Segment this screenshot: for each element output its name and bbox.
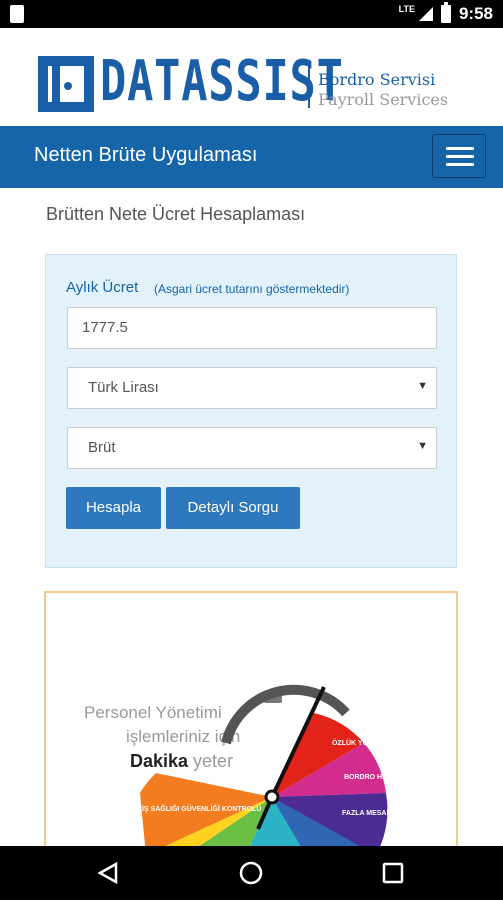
calculate-button[interactable]: Hesapla bbox=[66, 487, 161, 529]
logo-tagline-tr: Bordro Servisi bbox=[318, 70, 436, 89]
currency-select-value: Türk Lirası bbox=[88, 379, 159, 396]
logo-tagline-en: Payroll Services bbox=[318, 90, 449, 109]
signal-icon bbox=[418, 7, 433, 21]
logo-header: DATASSIST Bordro Servisi Payroll Service… bbox=[0, 28, 503, 126]
salary-input[interactable]: 1777.5 bbox=[67, 307, 437, 349]
clock: 9:58 bbox=[458, 4, 493, 23]
stopwatch-center bbox=[264, 789, 280, 805]
detailed-query-button[interactable]: Detaylı Sorgu bbox=[166, 487, 300, 529]
hamburger-icon bbox=[446, 147, 474, 150]
hamburger-icon-line bbox=[446, 163, 474, 166]
menu-toggle-button[interactable] bbox=[432, 134, 486, 178]
currency-select[interactable]: Türk Lirası ▼ bbox=[67, 367, 437, 409]
navbar-title[interactable]: Netten Brüte Uygulaması bbox=[34, 144, 257, 167]
salary-hint: (Asgari ücret tutarını göstermektedir) bbox=[154, 282, 350, 296]
logo-divider bbox=[308, 66, 310, 108]
back-icon[interactable] bbox=[97, 861, 118, 885]
recents-icon[interactable] bbox=[382, 862, 404, 884]
home-icon[interactable] bbox=[239, 861, 263, 885]
chevron-down-icon: ▼ bbox=[417, 440, 428, 452]
hamburger-icon-line bbox=[446, 155, 474, 158]
calculator-panel: Aylık Ücret (Asgari ücret tutarını göste… bbox=[45, 254, 457, 568]
segment-label-fazla-mesai: FAZLA MESAİ YÖNETİMİ bbox=[342, 808, 424, 817]
status-bar: LTE 9:58 bbox=[0, 0, 503, 28]
page-title: Brütten Nete Ücret Hesaplaması bbox=[46, 204, 306, 224]
logo-mark-icon bbox=[38, 56, 94, 112]
system-navigation-bar bbox=[0, 846, 503, 900]
stopwatch-graphic: ÖZLÜK YÖNETİMİ BORDRO HESAPLAMA FAZLA ME… bbox=[140, 684, 424, 851]
notification-icon bbox=[10, 5, 24, 23]
salary-label: Aylık Ücret bbox=[66, 279, 139, 296]
promo-banner[interactable]: Personel Yönetimi işlemleriniz için Daki… bbox=[44, 591, 458, 853]
segment-label-is-sagligi: İŞ SAĞLIĞI GÜVENLİĞİ KONTROLÜ bbox=[142, 804, 261, 813]
wage-type-select[interactable]: Brüt ▼ bbox=[67, 427, 437, 469]
battery-icon bbox=[440, 2, 451, 23]
wage-type-select-value: Brüt bbox=[88, 439, 116, 456]
navbar: Netten Brüte Uygulaması bbox=[0, 126, 503, 188]
network-type: LTE bbox=[398, 4, 415, 14]
chevron-down-icon: ▼ bbox=[417, 380, 428, 392]
system-nav-icons bbox=[97, 861, 404, 885]
segment-label-bordro: BORDRO HESAPLAMA bbox=[344, 774, 421, 781]
segment-label-ozluk: ÖZLÜK YÖNETİMİ bbox=[332, 738, 392, 747]
salary-input-value: 1777.5 bbox=[82, 319, 128, 336]
